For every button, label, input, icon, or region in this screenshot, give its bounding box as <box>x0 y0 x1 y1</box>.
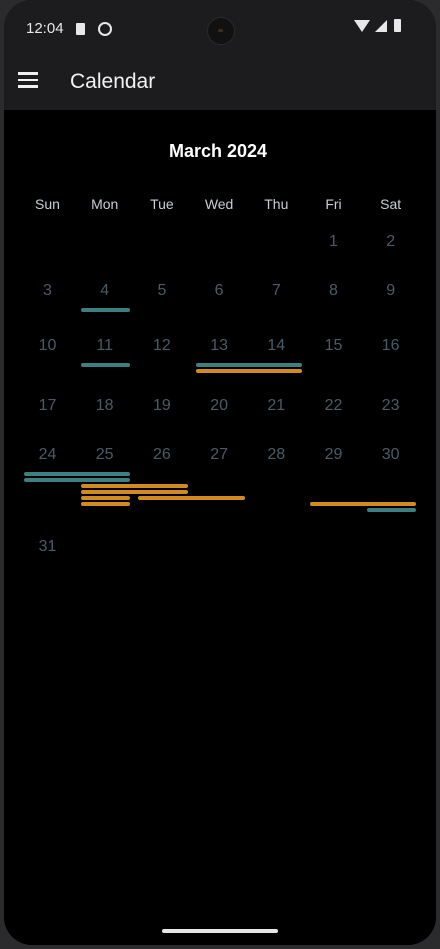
event-bar[interactable] <box>81 363 131 367</box>
event-bar[interactable] <box>310 502 417 506</box>
event-bar[interactable] <box>81 496 131 500</box>
month-label: March 2024 <box>168 141 268 161</box>
cell-signal-icon <box>375 20 387 32</box>
face-icon <box>98 22 112 36</box>
weekday-header: Mon <box>91 196 119 212</box>
status-time: 12:04 <box>26 20 64 37</box>
home-indicator[interactable] <box>162 929 278 933</box>
event-bar[interactable] <box>81 308 131 312</box>
day-cell[interactable]: 14 <box>248 337 305 355</box>
event-bar[interactable] <box>81 490 188 494</box>
event-bar[interactable] <box>81 484 188 488</box>
day-cell[interactable]: 27 <box>191 446 248 464</box>
day-cell[interactable]: 7 <box>248 282 305 300</box>
day-cell[interactable]: 6 <box>191 282 248 300</box>
day-cell[interactable]: 9 <box>362 282 419 300</box>
day-cell[interactable]: 4 <box>76 282 133 300</box>
day-cell[interactable]: 29 <box>305 446 362 464</box>
day-cell[interactable]: 28 <box>248 446 305 464</box>
app-bar: Calendar <box>4 56 436 110</box>
event-bar[interactable] <box>24 472 131 476</box>
event-bar[interactable] <box>195 369 302 373</box>
day-cell[interactable]: 22 <box>305 397 362 415</box>
calendar-view: March 2024 Sun Mon Tue Wed Thu Fri Sat 1 2 3 4 5 6 7 8… <box>4 110 436 945</box>
event-bar[interactable] <box>138 496 245 500</box>
hamburger-menu-icon[interactable] <box>18 72 38 88</box>
day-cell[interactable]: 19 <box>133 397 190 415</box>
day-cell[interactable]: 24 <box>19 446 76 464</box>
day-cell[interactable]: 12 <box>133 337 190 355</box>
day-cell[interactable]: 16 <box>362 337 419 355</box>
day-cell[interactable]: 17 <box>19 397 76 415</box>
day-cell[interactable]: 8 <box>305 282 362 300</box>
phone-screen: 12:04 Calendar March 2024 Sun Mon Tue Wed Th… <box>4 0 436 945</box>
day-cell[interactable]: 1 <box>305 233 362 251</box>
day-cell[interactable]: 31 <box>19 538 76 556</box>
day-cell[interactable]: 25 <box>76 446 133 464</box>
event-bar[interactable] <box>81 502 131 506</box>
day-cell[interactable]: 18 <box>76 397 133 415</box>
weekday-header: Wed <box>204 196 234 212</box>
page-title: Calendar <box>70 70 156 93</box>
day-cell[interactable]: 23 <box>362 397 419 415</box>
day-cell[interactable]: 10 <box>19 337 76 355</box>
day-cell[interactable]: 30 <box>362 446 419 464</box>
day-cell[interactable]: 2 <box>362 233 419 251</box>
event-bar[interactable] <box>24 478 131 482</box>
day-cell[interactable]: 15 <box>305 337 362 355</box>
status-icons <box>354 19 414 36</box>
weekday-header: Thu <box>264 196 289 212</box>
day-cell[interactable]: 5 <box>133 282 190 300</box>
day-cell[interactable]: 13 <box>191 337 248 355</box>
sd-card-icon <box>76 23 85 35</box>
event-bar[interactable] <box>195 363 302 367</box>
day-cell[interactable]: 20 <box>191 397 248 415</box>
battery-icon <box>394 19 401 32</box>
front-camera <box>207 17 235 45</box>
event-bar[interactable] <box>367 508 417 512</box>
weekday-header: Tue <box>150 196 174 212</box>
weekday-header: Fri <box>325 196 342 212</box>
weekday-header: Sun <box>35 196 60 212</box>
day-cell[interactable]: 26 <box>133 446 190 464</box>
wifi-icon <box>354 20 370 32</box>
day-cell[interactable]: 21 <box>248 397 305 415</box>
weekday-header: Sat <box>380 196 402 212</box>
day-cell[interactable]: 3 <box>19 282 76 300</box>
day-cell[interactable]: 11 <box>76 337 133 355</box>
status-bar: 12:04 <box>4 0 436 56</box>
